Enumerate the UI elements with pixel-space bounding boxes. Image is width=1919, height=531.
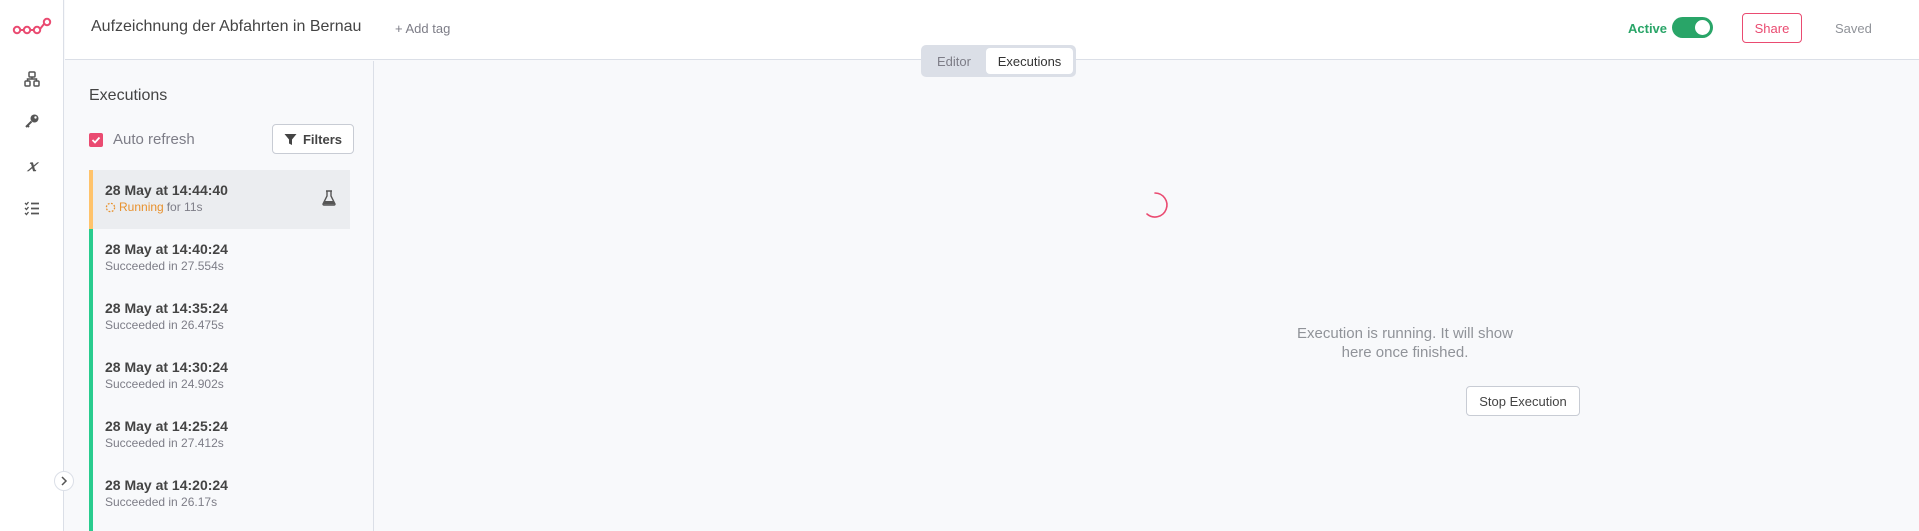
execution-status: Succeeded in 27.412s [105, 436, 224, 450]
execution-item[interactable]: 28 May at 14:30:24 Succeeded in 24.902s [89, 347, 350, 406]
expand-sidebar-button[interactable] [54, 471, 74, 491]
workflows-icon[interactable] [22, 69, 42, 89]
execution-item-partial[interactable] [89, 524, 350, 531]
toggle-knob [1695, 20, 1710, 35]
auto-refresh-checkbox[interactable]: Auto refresh [89, 131, 195, 148]
execution-item[interactable]: 28 May at 14:40:24 Succeeded in 27.554s [89, 229, 350, 288]
saved-status: Saved [1835, 21, 1872, 36]
flask-icon [322, 190, 336, 206]
executions-sidebar: Executions Auto refresh Filters 28 May a… [65, 61, 374, 531]
executions-title: Executions [89, 87, 168, 104]
execution-time: 28 May at 14:35:24 [105, 300, 228, 316]
running-message: Execution is running. It will show here … [1297, 325, 1513, 361]
execution-time: 28 May at 14:40:24 [105, 241, 228, 257]
execution-time: 28 May at 14:20:24 [105, 477, 228, 493]
tab-editor[interactable]: Editor [924, 48, 984, 74]
active-toggle[interactable] [1672, 17, 1713, 38]
credentials-key-icon[interactable] [22, 111, 42, 131]
chevron-right-icon [61, 476, 68, 486]
running-duration: for 11s [166, 200, 203, 214]
auto-refresh-label: Auto refresh [113, 131, 195, 148]
workflow-name[interactable]: Aufzeichnung der Abfahrten in Bernau [91, 18, 361, 36]
side-rail: 𝑥 [0, 0, 74, 531]
share-button[interactable]: Share [1742, 13, 1802, 43]
executions-list-icon[interactable] [22, 198, 42, 218]
execution-item[interactable]: 28 May at 14:35:24 Succeeded in 26.475s [89, 288, 350, 347]
variables-icon[interactable]: 𝑥 [22, 155, 42, 175]
filters-button[interactable]: Filters [272, 124, 354, 154]
execution-time: 28 May at 14:30:24 [105, 359, 228, 375]
running-label: Running [119, 200, 164, 214]
execution-time: 28 May at 14:44:40 [105, 182, 228, 198]
checkbox-checked-icon [89, 132, 103, 147]
execution-preview: Execution is running. It will show here … [375, 61, 1919, 531]
view-tabs: Editor Executions [921, 45, 1076, 77]
execution-time: 28 May at 14:25:24 [105, 418, 228, 434]
active-label: Active [1628, 21, 1668, 36]
add-tag-link[interactable]: + Add tag [395, 21, 450, 36]
loading-spinner-icon [1146, 192, 1168, 218]
execution-item[interactable]: 28 May at 14:20:24 Succeeded in 26.17s [89, 465, 350, 524]
filters-label: Filters [302, 131, 342, 147]
execution-status: Succeeded in 27.554s [105, 259, 224, 273]
n8n-logo-icon[interactable] [12, 16, 52, 40]
execution-status: Running for 11s [105, 200, 203, 214]
execution-status: Succeeded in 26.17s [105, 495, 218, 509]
execution-status: Succeeded in 24.902s [105, 377, 224, 391]
executions-list: 28 May at 14:44:40 Running for 11s 28 Ma… [89, 170, 350, 531]
stop-execution-button[interactable]: Stop Execution [1466, 386, 1580, 416]
running-spinner-icon [105, 202, 116, 212]
execution-status: Succeeded in 26.475s [105, 318, 224, 332]
filter-icon [284, 133, 297, 145]
tab-executions[interactable]: Executions [986, 48, 1073, 74]
execution-item[interactable]: 28 May at 14:44:40 Running for 11s [89, 170, 350, 229]
execution-item[interactable]: 28 May at 14:25:24 Succeeded in 27.412s [89, 406, 350, 465]
